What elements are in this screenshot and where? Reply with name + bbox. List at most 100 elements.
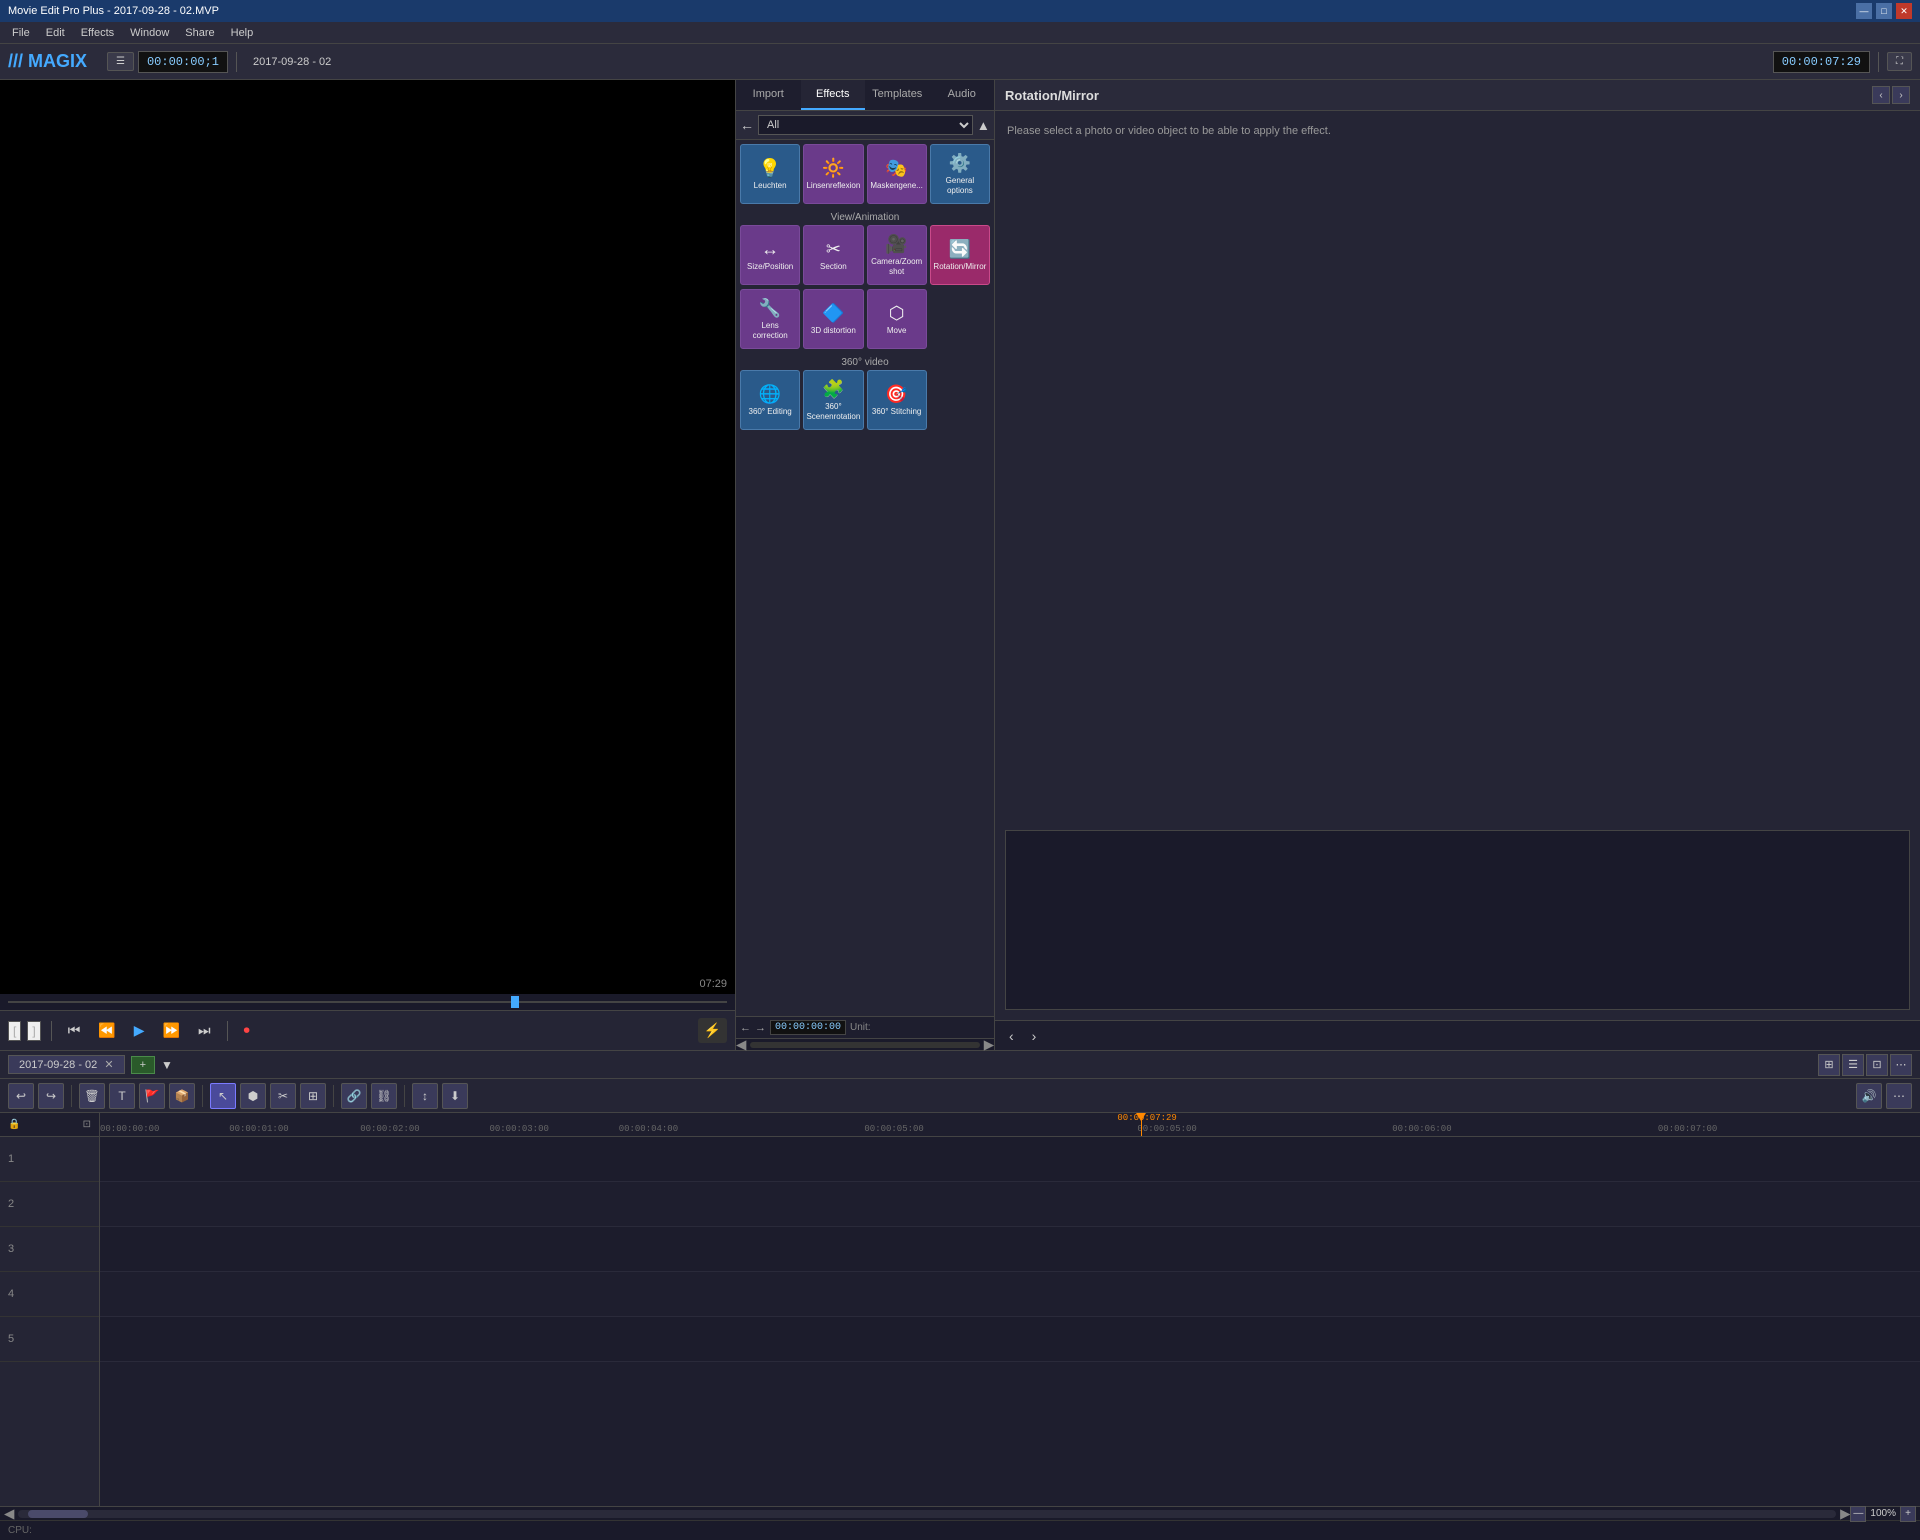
timeline-tracks: 🔒 ⊡ 1 2 3 4 5 00:00:00:00 00:00:01:00 00… — [0, 1113, 1920, 1506]
timecode-right: 00:00:07:29 — [1773, 51, 1870, 73]
scroll-right-btn[interactable]: ▶ — [1840, 1506, 1850, 1522]
effect-lens-correction[interactable]: 🔧 Lens correction — [740, 289, 800, 349]
effect-360-scene[interactable]: 🧩 360° Scenenrotation — [803, 370, 863, 430]
effect-360-stitch[interactable]: 🎯 360° Stitching — [867, 370, 927, 430]
h-scroll-track[interactable] — [18, 1510, 1836, 1518]
transport-timecode: 00:00:00:00 — [770, 1020, 846, 1035]
right-panel-nav-buttons: ‹ › — [1872, 86, 1910, 104]
close-button[interactable]: ✕ — [1896, 3, 1912, 19]
tab-templates[interactable]: Templates — [865, 80, 930, 110]
insert-button[interactable]: ⬇ — [442, 1083, 468, 1109]
track-header-row: 🔒 ⊡ — [0, 1113, 99, 1137]
extract-button[interactable]: ↕ — [412, 1083, 438, 1109]
effect-size-position[interactable]: ↔ Size/Position — [740, 225, 800, 285]
360-edit-label: 360° Editing — [749, 407, 792, 417]
rp-nav-fwd[interactable]: › — [1026, 1024, 1043, 1048]
marker-button[interactable]: 🚩 — [139, 1083, 165, 1109]
volume-button[interactable]: 🔊 — [1856, 1083, 1882, 1109]
next-frame-button[interactable]: ⏩ — [157, 1018, 186, 1043]
hamburger-menu[interactable]: ☰ — [107, 52, 134, 71]
menu-effects[interactable]: Effects — [73, 25, 122, 41]
preview-scrubber[interactable] — [0, 994, 735, 1010]
effect-linsenreflexion[interactable]: 🔆 Linsenreflexion — [803, 144, 863, 204]
bottom-scrollbar[interactable]: ◀ ▶ — 100% + — [0, 1506, 1920, 1520]
filter-back-button[interactable]: ← — [740, 117, 754, 133]
section-label: Section — [820, 262, 847, 272]
maximize-button[interactable]: □ — [1876, 3, 1892, 19]
cursor-button[interactable]: ↖ — [210, 1083, 236, 1109]
link-button[interactable]: 🔗 — [341, 1083, 367, 1109]
effect-leuchten[interactable]: 💡 Leuchten — [740, 144, 800, 204]
tab-effects[interactable]: Effects — [801, 80, 866, 110]
ed-sep-3 — [333, 1085, 334, 1107]
unlink-button[interactable]: ⛓ — [371, 1083, 397, 1109]
trim-button[interactable]: ✂ — [270, 1083, 296, 1109]
mark-in-button[interactable]: [ — [8, 1021, 21, 1041]
filter-scroll-up[interactable]: ▲ — [977, 118, 990, 133]
jump-start-button[interactable]: ⏮ — [62, 1018, 87, 1043]
minimize-button[interactable]: — — [1856, 3, 1872, 19]
menu-window[interactable]: Window — [122, 25, 177, 41]
smart-render-button[interactable]: ⚡ — [698, 1018, 727, 1043]
effects-scrollbar[interactable] — [750, 1042, 980, 1048]
zoom-minus[interactable]: — — [1850, 1506, 1866, 1522]
timeline-tab[interactable]: 2017-09-28 - 02 ✕ — [8, 1055, 125, 1074]
main-toolbar: /// MAGIX ☰ 00:00:00;1 2017-09-28 - 02 0… — [0, 44, 1920, 80]
menu-file[interactable]: File — [4, 25, 38, 41]
effect-camera-zoom[interactable]: 🎥 Camera/Zoom shot — [867, 225, 927, 285]
split-button[interactable]: ⬢ — [240, 1083, 266, 1109]
zoom-plus[interactable]: + — [1900, 1506, 1916, 1522]
scroll-left-btn[interactable]: ◀ — [4, 1506, 14, 1522]
filter-dropdown[interactable]: All — [758, 115, 973, 135]
section-icon: ✂ — [826, 239, 841, 260]
right-panel-header: Rotation/Mirror ‹ › — [995, 80, 1920, 111]
effect-general-options[interactable]: ⚙️ General options — [930, 144, 990, 204]
record-button[interactable]: ⏺ — [238, 1019, 256, 1042]
effect-maskengene[interactable]: 🎭 Maskengene... — [867, 144, 927, 204]
scrubber-thumb[interactable] — [511, 996, 519, 1008]
tl-view-2[interactable]: ☰ — [1842, 1054, 1864, 1076]
effect-rotation-mirror[interactable]: 🔄 Rotation/Mirror — [930, 225, 990, 285]
rotation-icon: 🔄 — [949, 239, 971, 260]
jump-end-button[interactable]: ⏭ — [192, 1018, 217, 1043]
prev-frame-button[interactable]: ⏪ — [92, 1018, 121, 1043]
menu-help[interactable]: Help — [223, 25, 262, 41]
right-panel-content: Please select a photo or video object to… — [995, 111, 1920, 820]
rp-prev-button[interactable]: ‹ — [1872, 86, 1890, 104]
transport-forward[interactable]: → — [755, 1022, 766, 1034]
tl-view-3[interactable]: ⊡ — [1866, 1054, 1888, 1076]
tab-import[interactable]: Import — [736, 80, 801, 110]
effect-move[interactable]: ⬡ Move — [867, 289, 927, 349]
play-button[interactable]: ▶ — [128, 1018, 151, 1043]
right-panel-title: Rotation/Mirror — [1005, 88, 1099, 103]
h-scroll-thumb[interactable] — [28, 1510, 88, 1518]
add-track-button[interactable]: + — [131, 1056, 155, 1074]
delete-button[interactable]: 🗑 — [79, 1083, 105, 1109]
rp-next-button[interactable]: › — [1892, 86, 1910, 104]
timeline-tab-close[interactable]: ✕ — [104, 1059, 113, 1071]
effect-360-editing[interactable]: 🌐 360° Editing — [740, 370, 800, 430]
dropdown-arrow[interactable]: ▼ — [161, 1058, 173, 1072]
more-button[interactable]: ⋯ — [1886, 1083, 1912, 1109]
effect-section[interactable]: ✂ Section — [803, 225, 863, 285]
menu-share[interactable]: Share — [177, 25, 222, 41]
undo-button[interactable]: ↩ — [8, 1083, 34, 1109]
group-button[interactable]: 📦 — [169, 1083, 195, 1109]
rp-nav-back[interactable]: ‹ — [1003, 1024, 1020, 1048]
tl-view-1[interactable]: ⊞ — [1818, 1054, 1840, 1076]
fullscreen-toggle[interactable]: ⛶ — [1887, 52, 1912, 71]
text-button[interactable]: T — [109, 1083, 135, 1109]
tools-button[interactable]: ⊞ — [300, 1083, 326, 1109]
effect-3d-distortion[interactable]: 🔷 3D distortion — [803, 289, 863, 349]
general-icon: ⚙️ — [949, 153, 971, 174]
transport-back[interactable]: ← — [740, 1022, 751, 1034]
mark-out-button[interactable]: ] — [27, 1021, 40, 1041]
ctrl-sep-2 — [227, 1021, 228, 1041]
track-labels: 🔒 ⊡ 1 2 3 4 5 — [0, 1113, 100, 1506]
tl-view-4[interactable]: ⋯ — [1890, 1054, 1912, 1076]
move-label: Move — [887, 326, 907, 336]
tab-audio[interactable]: Audio — [930, 80, 995, 110]
effects-scroll-area[interactable]: ◀ ▶ — [736, 1038, 994, 1050]
menu-edit[interactable]: Edit — [38, 25, 73, 41]
redo-button[interactable]: ↪ — [38, 1083, 64, 1109]
